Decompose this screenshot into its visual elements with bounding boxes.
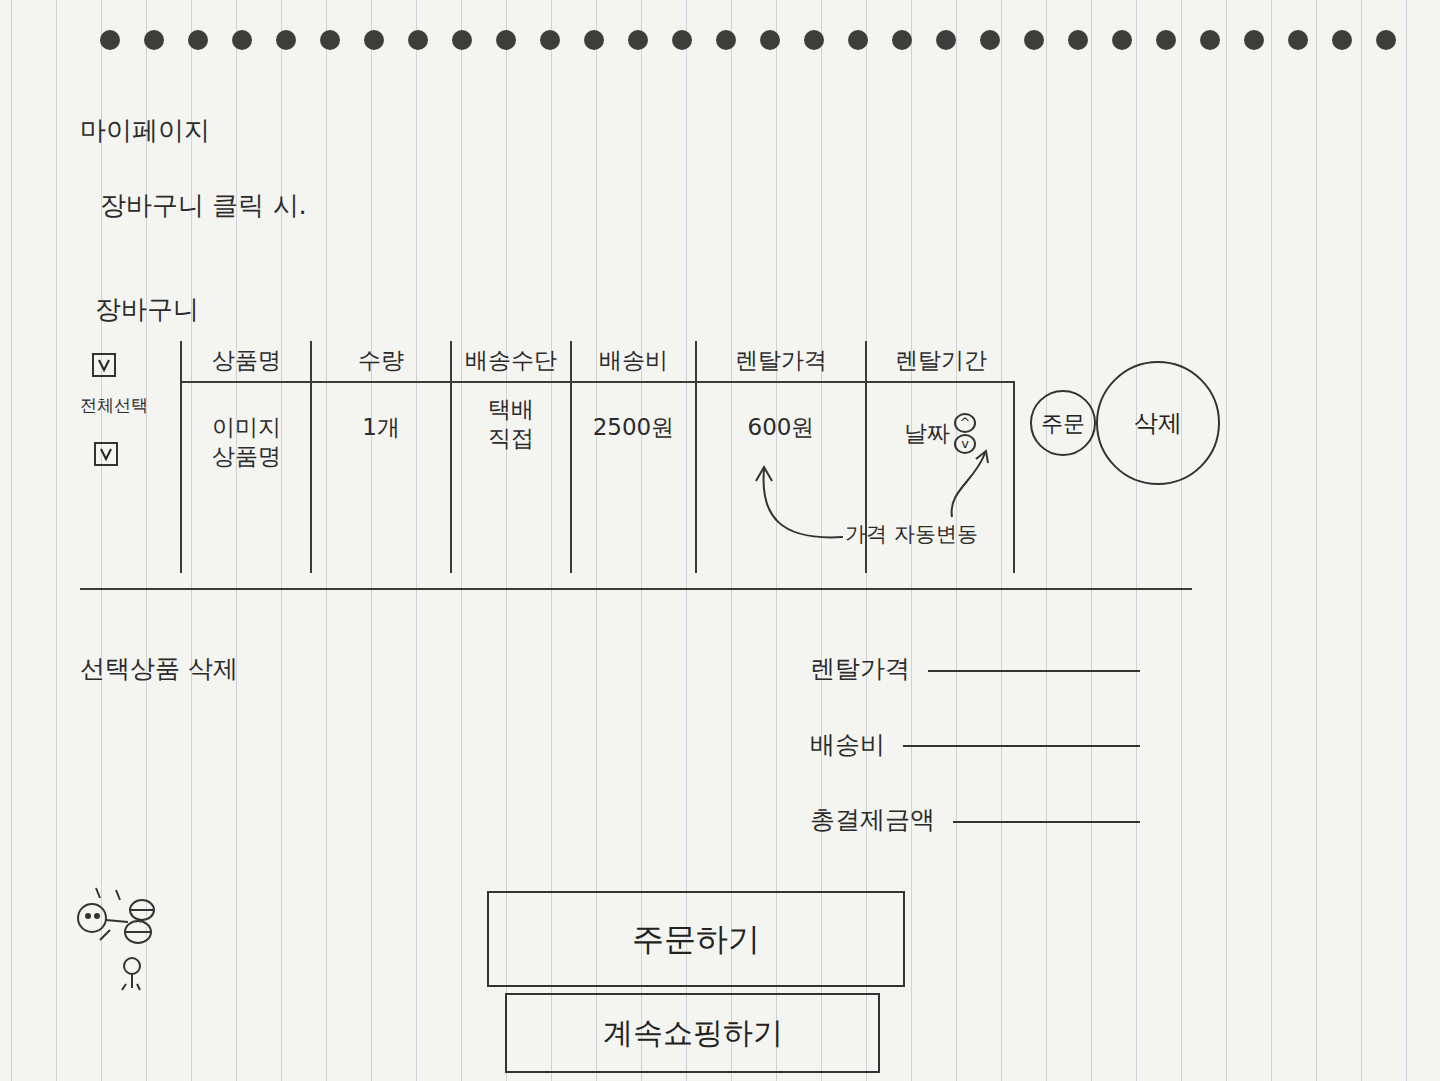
- hole-icon: [1112, 30, 1132, 50]
- hole-icon: [1376, 30, 1396, 50]
- hole-icon: [496, 30, 516, 50]
- action-buttons: 주문하기계속쇼핑하기: [487, 891, 1440, 1073]
- hole-icon: [320, 30, 340, 50]
- summary-value: [903, 745, 1140, 747]
- product-image: 이미지: [212, 413, 281, 442]
- doodle-icon: [70, 880, 160, 1000]
- summary-label: 렌탈가격: [810, 650, 910, 688]
- hole-icon: [936, 30, 956, 50]
- shipping-cell: 2500원: [570, 383, 695, 573]
- order-button[interactable]: 주문: [1030, 390, 1096, 456]
- delivery-cell: 택배직접: [450, 383, 570, 573]
- hole-icon: [540, 30, 560, 50]
- hole-icon: [452, 30, 472, 50]
- hole-icon: [760, 30, 780, 50]
- period-spinner: ^v: [954, 413, 976, 454]
- row-actions: 주문삭제: [1030, 361, 1220, 485]
- summary-label: 배송비: [810, 726, 885, 764]
- summary-value: [953, 821, 1140, 823]
- summary-row: 총결제금액: [810, 801, 1140, 839]
- period-date[interactable]: 날짜: [904, 419, 950, 448]
- checkbox[interactable]: [92, 353, 116, 377]
- summary-value: [928, 670, 1140, 672]
- product-name: 상품명: [212, 442, 281, 471]
- order-summary: 렌탈가격배송비총결제금액: [810, 650, 1140, 839]
- cart-title: 장바구니: [95, 290, 1440, 329]
- hole-icon: [1332, 30, 1352, 50]
- hole-icon: [408, 30, 428, 50]
- column-header: 배송수단: [450, 341, 570, 383]
- delete-button[interactable]: 삭제: [1096, 361, 1220, 485]
- arrow-icon: [80, 341, 1210, 586]
- quantity-cell: 1개: [310, 383, 450, 573]
- check-icon: [98, 446, 114, 462]
- hole-icon: [980, 30, 1000, 50]
- hole-icon: [188, 30, 208, 50]
- hole-icon: [716, 30, 736, 50]
- hole-icon: [144, 30, 164, 50]
- column-header: 렌탈기간: [865, 341, 1015, 383]
- price-annotation: 가격 자동변동: [845, 519, 978, 551]
- period-picker: 날짜^v: [904, 413, 976, 454]
- page-note: 장바구니 클릭 시.: [100, 186, 1440, 225]
- summary-label: 총결제금액: [810, 801, 935, 839]
- spin-up-button[interactable]: ^: [954, 413, 976, 433]
- hole-icon: [584, 30, 604, 50]
- check-icon: [96, 357, 112, 373]
- hole-icon: [628, 30, 648, 50]
- delete-selected-link[interactable]: 선택상품 삭제: [80, 650, 238, 839]
- column-header: 렌탈가격: [695, 341, 865, 383]
- cart-table: 상품명수량배송수단배송비렌탈가격렌탈기간전체선택이미지상품명1개택배직접2500…: [80, 341, 1210, 586]
- hole-icon: [232, 30, 252, 50]
- hole-icon: [1200, 30, 1220, 50]
- hole-icon: [100, 30, 120, 50]
- hole-icon: [1068, 30, 1088, 50]
- page-title: 마이페이지: [80, 115, 1440, 146]
- cart-footer: 선택상품 삭제 렌탈가격배송비총결제금액: [80, 650, 1140, 839]
- summary-row: 배송비: [810, 726, 1140, 764]
- hole-icon: [1244, 30, 1264, 50]
- row-select-cell: 전체선택: [80, 383, 180, 573]
- price-cell: 600원: [695, 383, 865, 573]
- continue-shopping-button[interactable]: 계속쇼핑하기: [505, 993, 880, 1073]
- delivery-option[interactable]: 직접: [488, 424, 534, 453]
- binding-holes: [0, 0, 1440, 60]
- spin-down-button[interactable]: v: [954, 434, 976, 454]
- divider-line: [80, 588, 1192, 590]
- paper-sheet: 마이페이지장바구니 클릭 시.장바구니상품명수량배송수단배송비렌탈가격렌탈기간전…: [0, 0, 1440, 1081]
- hole-icon: [364, 30, 384, 50]
- product-cell: 이미지상품명: [180, 383, 310, 573]
- cart-grid: 상품명수량배송수단배송비렌탈가격렌탈기간전체선택이미지상품명1개택배직접2500…: [80, 341, 1210, 573]
- hole-icon: [1024, 30, 1044, 50]
- column-header: 수량: [310, 341, 450, 383]
- hole-icon: [1288, 30, 1308, 50]
- column-header: 배송비: [570, 341, 695, 383]
- sheet-content: 마이페이지장바구니 클릭 시.장바구니상품명수량배송수단배송비렌탈가격렌탈기간전…: [0, 60, 1440, 1073]
- hole-icon: [848, 30, 868, 50]
- hole-icon: [1156, 30, 1176, 50]
- hole-icon: [276, 30, 296, 50]
- hole-icon: [672, 30, 692, 50]
- column-header: 상품명: [180, 341, 310, 383]
- hole-icon: [804, 30, 824, 50]
- delivery-option[interactable]: 택배: [488, 395, 534, 424]
- summary-row: 렌탈가격: [810, 650, 1140, 688]
- select-all-cell: [80, 341, 180, 383]
- select-all-label[interactable]: 전체선택: [80, 395, 148, 416]
- order-all-button[interactable]: 주문하기: [487, 891, 905, 987]
- checkbox[interactable]: [94, 442, 118, 466]
- hole-icon: [892, 30, 912, 50]
